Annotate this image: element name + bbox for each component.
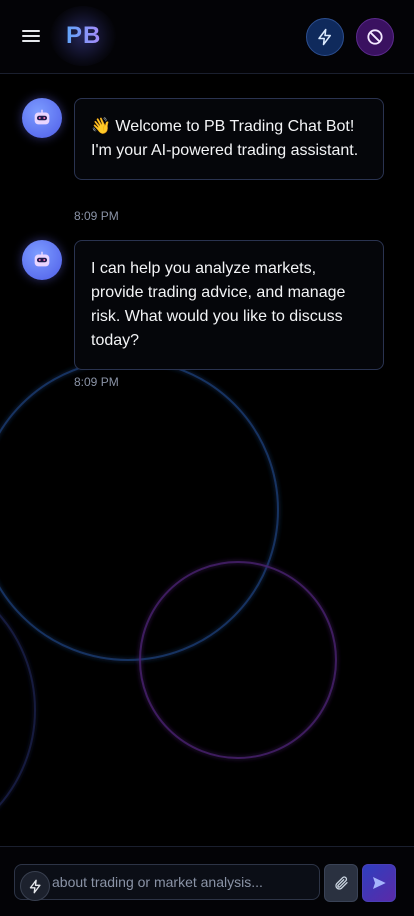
quick-action-button[interactable]: [306, 18, 344, 56]
input-container: [14, 864, 320, 901]
background-rings: [0, 359, 337, 806]
robot-icon: [34, 251, 50, 267]
bot-avatar: [22, 240, 62, 280]
ring-purple: [139, 561, 337, 759]
app-logo: PB: [66, 22, 102, 49]
wave-emoji: 👋: [91, 118, 111, 135]
bot-avatar: [22, 98, 62, 138]
send-icon: [373, 877, 386, 889]
ring-left: [0, 614, 36, 806]
message-text: I can help you analyze markets, provide …: [91, 260, 346, 349]
ring-blue: [0, 359, 279, 661]
stop-button[interactable]: [356, 18, 394, 56]
message-input[interactable]: [52, 865, 312, 899]
attach-button[interactable]: [324, 864, 358, 902]
lightning-bolt-icon: [318, 28, 331, 46]
paperclip-icon: [335, 876, 348, 890]
hamburger-menu-icon[interactable]: [22, 27, 46, 47]
quick-prompt-button[interactable]: [20, 871, 50, 901]
message-text: Welcome to PB Trading Chat Bot! I'm your…: [91, 118, 359, 159]
message-bubble: I can help you analyze markets, provide …: [74, 240, 384, 370]
send-button[interactable]: [362, 864, 396, 902]
message-bubble: 👋 Welcome to PB Trading Chat Bot! I'm yo…: [74, 98, 384, 180]
ban-icon: [367, 29, 383, 45]
robot-icon: [34, 109, 50, 125]
lightning-bolt-icon: [29, 879, 41, 893]
app-header: PB: [0, 0, 414, 74]
message-timestamp: 8:09 PM: [74, 209, 119, 223]
message-timestamp: 8:09 PM: [74, 375, 119, 389]
message-composer: [0, 846, 414, 916]
